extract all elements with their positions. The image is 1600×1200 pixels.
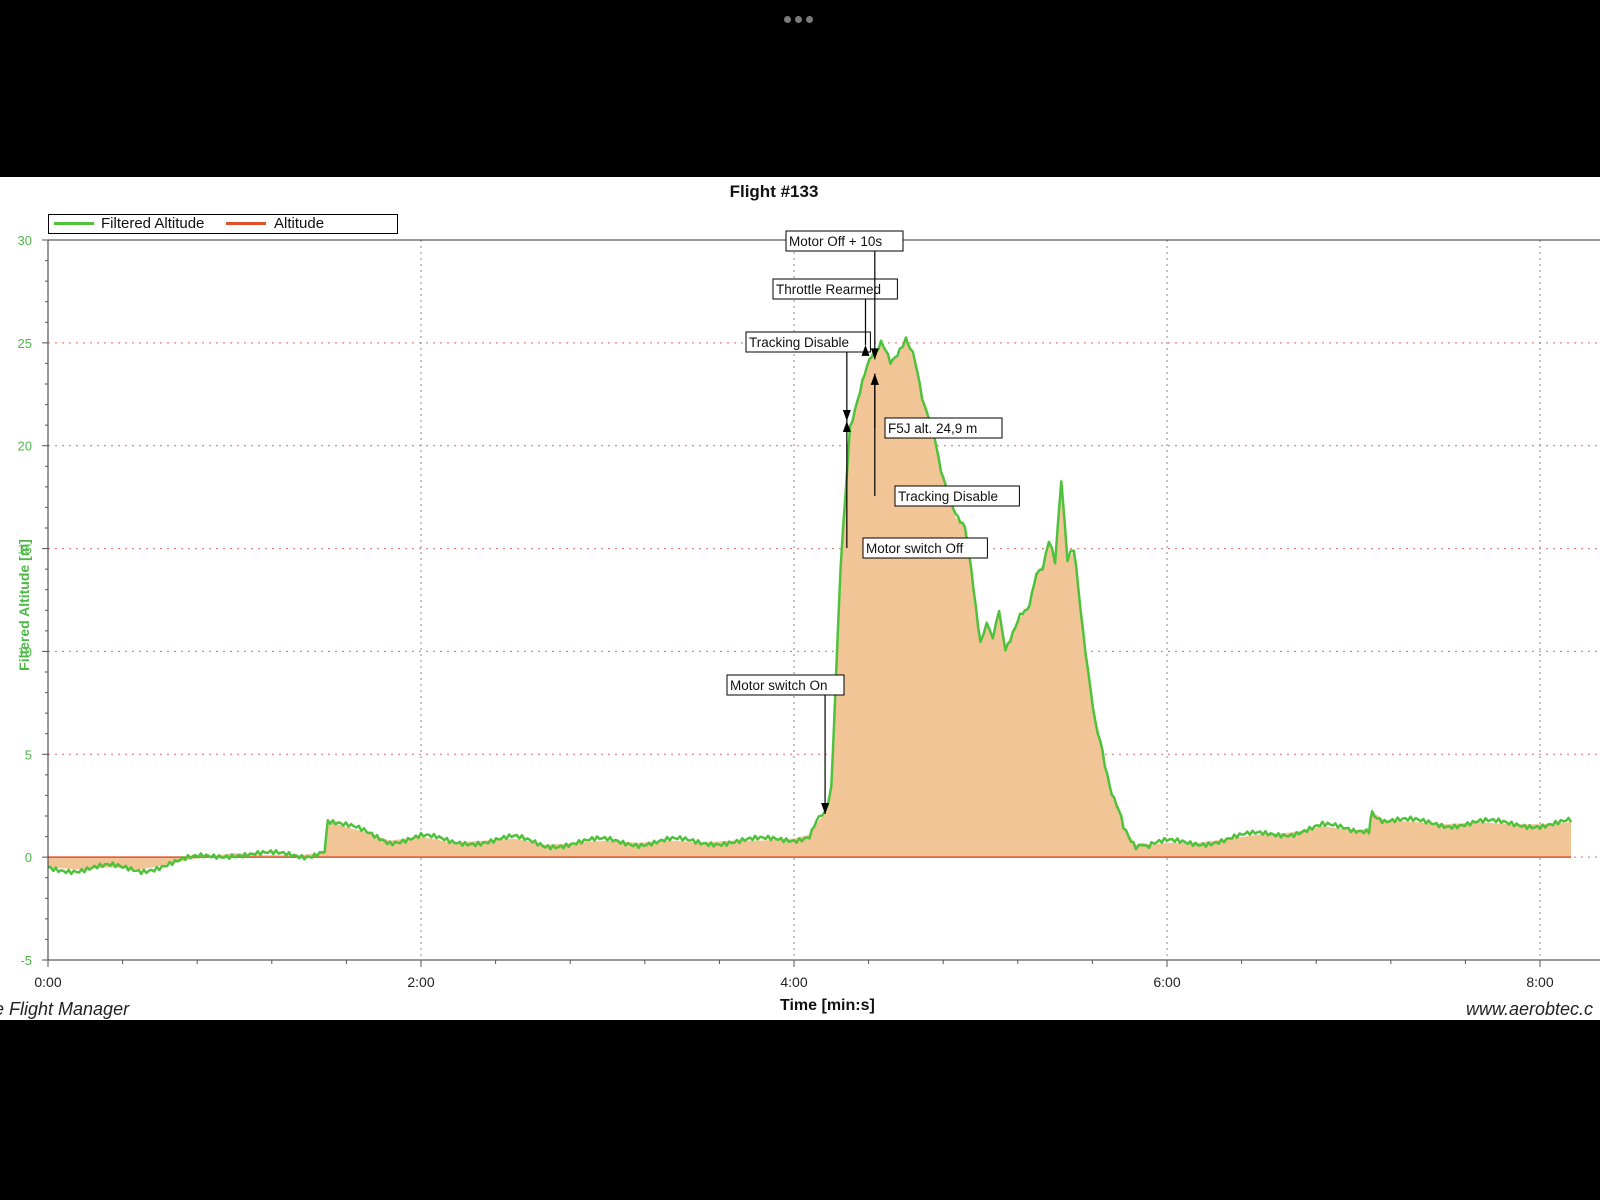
annotation-label: Motor Off + 10s [789, 234, 882, 249]
annotation-label: Motor switch On [730, 678, 828, 693]
footer-website[interactable]: www.aerobtec.c [1466, 999, 1593, 1020]
annotation-label: Throttle Rearmed [776, 282, 881, 297]
annotation-arrow [842, 410, 851, 422]
y-tick-label: 25 [18, 336, 32, 351]
altitude-chart: -50510152025300:00 2:00 4:00 6:00 8:00Motor … [18, 230, 1600, 990]
altitude-area-fill [48, 336, 1572, 870]
y-tick-label: -5 [20, 953, 32, 968]
annotation-label: Tracking Disable [898, 489, 998, 504]
y-tick-label: 5 [25, 747, 32, 762]
ellipsis-icon[interactable] [782, 10, 818, 23]
y-tick-label: 30 [18, 233, 32, 248]
x-tick-label: 0:00 [34, 974, 61, 990]
annotation-label: Tracking Disable [749, 335, 849, 350]
x-tick-label: 8:00 [1526, 974, 1553, 990]
x-tick-label: 2:00 [407, 974, 434, 990]
annotation-label: F5J alt. 24,9 m [888, 421, 977, 436]
footer-app-name: e Flight Manager [0, 999, 130, 1019]
y-tick-label: 0 [25, 850, 32, 865]
x-axis-label: Time [min:s] [780, 997, 875, 1014]
y-tick-label: 20 [18, 439, 32, 454]
chart-panel: Flight #133 Filtered Altitude Altitude -… [0, 177, 1600, 1020]
filtered-altitude-line [47, 336, 1573, 876]
annotation-label: Motor switch Off [866, 541, 964, 556]
y-axis-label: Filtered Altitude [m] [15, 539, 32, 671]
x-tick-label: 6:00 [1153, 974, 1180, 990]
x-tick-label: 4:00 [780, 974, 807, 990]
